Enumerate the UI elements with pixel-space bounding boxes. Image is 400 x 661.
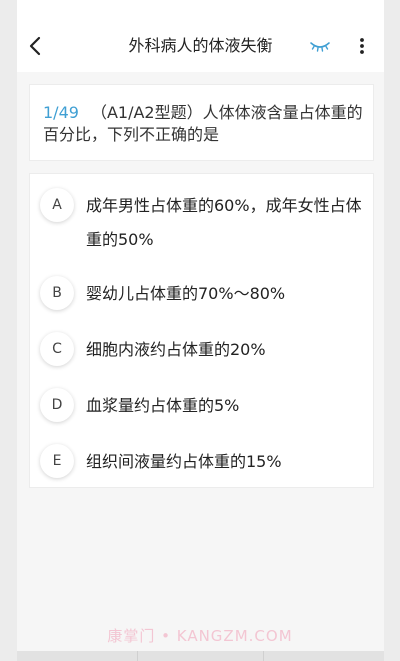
back-button[interactable] xyxy=(23,32,47,60)
page-title: 外科病人的体液失衡 xyxy=(128,36,273,55)
option-letter: A xyxy=(40,188,74,222)
question-text: （A1/A2型题）人体体液含量占体重的百分比，下列不正确的是 xyxy=(43,103,363,144)
header-bar: 外科病人的体液失衡 xyxy=(17,0,384,72)
closed-eye-icon xyxy=(310,42,330,52)
more-vertical-icon xyxy=(360,38,364,54)
option-text: 组织间液量约占体重的15% xyxy=(86,452,282,471)
option-text: 婴幼儿占体重的70%～80% xyxy=(86,284,286,303)
option-b[interactable]: B 婴幼儿占体重的70%～80% xyxy=(30,276,373,312)
bottom-toolbar xyxy=(17,651,384,661)
option-c[interactable]: C 细胞内液约占体重的20% xyxy=(30,332,373,368)
option-letter: E xyxy=(40,444,74,478)
option-letter: C xyxy=(40,332,74,366)
option-a[interactable]: A 成年男性占体重的60%，成年女性占体重的50% xyxy=(30,186,373,254)
options-list: A 成年男性占体重的60%，成年女性占体重的50% B 婴幼儿占体重的70%～8… xyxy=(29,173,374,488)
app-screen: 外科病人的体液失衡 1/49 （A1/A2型题）人体体液含量占体重的百分比，下列不… xyxy=(17,0,384,661)
option-letter: B xyxy=(40,276,74,310)
question-stem: 1/49 （A1/A2型题）人体体液含量占体重的百分比，下列不正确的是 xyxy=(43,102,365,146)
watermark: 康掌门 • KANGZM.COM xyxy=(107,627,293,645)
question-card: 1/49 （A1/A2型题）人体体液含量占体重的百分比，下列不正确的是 xyxy=(29,84,374,161)
option-text: 血浆量约占体重的5% xyxy=(86,396,240,415)
more-menu-button[interactable] xyxy=(351,34,373,58)
toolbar-divider xyxy=(137,651,138,661)
question-index: 1/49 xyxy=(43,103,79,122)
eye-toggle-button[interactable] xyxy=(309,38,331,54)
toolbar-divider xyxy=(263,651,264,661)
option-text: 成年男性占体重的60%，成年女性占体重的50% xyxy=(86,196,362,249)
option-d[interactable]: D 血浆量约占体重的5% xyxy=(30,388,373,424)
chevron-left-icon xyxy=(29,36,41,56)
option-e[interactable]: E 组织间液量约占体重的15% xyxy=(30,444,373,480)
option-text: 细胞内液约占体重的20% xyxy=(86,340,266,359)
option-letter: D xyxy=(40,388,74,422)
